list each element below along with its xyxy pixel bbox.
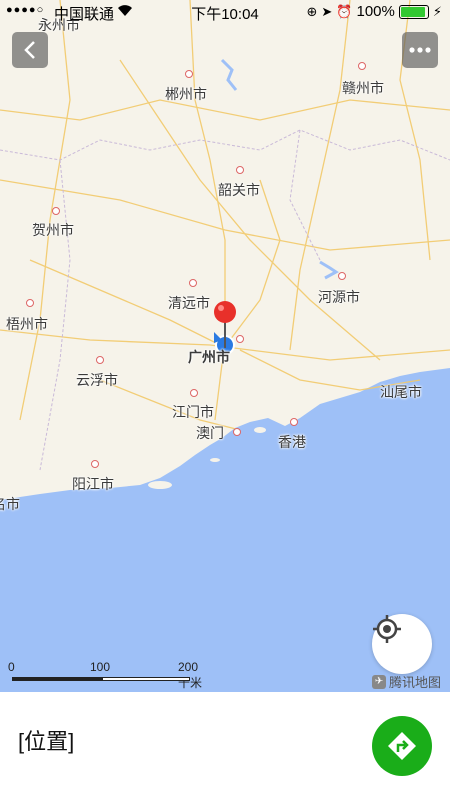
city-label: 香港: [278, 434, 306, 450]
scale-label-zero: 0: [8, 660, 15, 674]
compass-icon: ✈: [372, 674, 386, 689]
scale-bar: 0 100 200 千米: [8, 660, 208, 690]
city-label: 郴州市: [165, 86, 207, 102]
map-view[interactable]: 永州市 郴州市 赣州市 韶关市 贺州市 清远市 河源市 梧州市 广州市 云浮市 …: [0, 0, 450, 692]
location-pin-icon: [214, 301, 236, 323]
city-label: 赣州市: [342, 80, 384, 96]
city-label: 江门市: [172, 404, 214, 420]
status-bar: ●●●●○ 中国联通 下午10:04 ⊕ ➤ ⏰ 100% ⚡: [0, 0, 450, 24]
map-provider-logo: ✈ 腾讯地图: [372, 672, 441, 691]
city-label: 河源市: [318, 289, 360, 305]
crosshair-icon: [373, 615, 401, 643]
map-canvas: [0, 0, 450, 692]
city-label: 梧州市: [6, 316, 48, 332]
more-button[interactable]: [402, 32, 438, 68]
locate-me-button[interactable]: [372, 614, 432, 674]
city-label: 广州市: [188, 349, 230, 365]
navigation-icon: [388, 732, 416, 760]
location-arrow-icon: ➤: [321, 3, 333, 19]
city-label: 韶关市: [218, 182, 260, 198]
city-label: 云浮市: [76, 372, 118, 388]
scale-label-mid: 100: [90, 660, 111, 674]
more-dots-icon: [409, 47, 431, 53]
alarm-icon: ⏰: [336, 3, 353, 19]
city-label: 茂名市: [0, 496, 20, 512]
city-label: 贺州市: [32, 222, 74, 238]
battery-icon: [398, 4, 429, 19]
location-title: [位置]: [18, 729, 75, 754]
screen-lock-icon: ⊕: [306, 3, 318, 19]
city-label: 澳门: [196, 425, 224, 441]
city-label: 阳江市: [72, 476, 114, 492]
city-label: 清远市: [168, 295, 210, 311]
city-label: 汕尾市: [380, 384, 422, 400]
back-button[interactable]: [12, 32, 48, 68]
chevron-left-icon: [24, 41, 35, 59]
scale-label-max: 200 千米: [178, 660, 203, 690]
charging-icon: ⚡: [432, 3, 442, 19]
map-provider-label: 腾讯地图: [389, 675, 442, 690]
battery-percent: 100%: [356, 3, 395, 20]
navigate-button[interactable]: [372, 716, 432, 776]
